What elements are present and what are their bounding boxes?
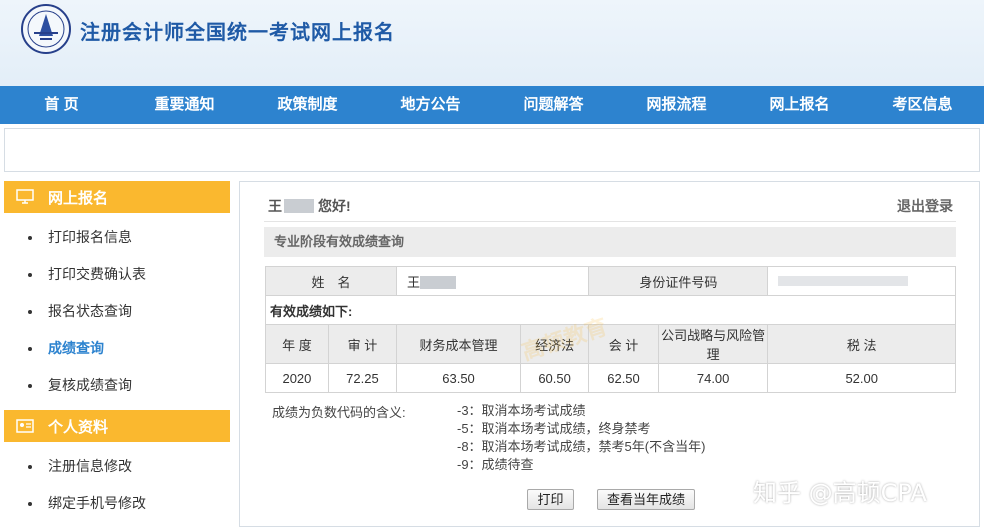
site-title: 注册会计师全国统一考试网上报名	[80, 22, 395, 44]
section-title: 专业阶段有效成绩查询	[264, 227, 956, 257]
nav-faq[interactable]: 问题解答	[492, 86, 615, 124]
cicpa-logo-icon	[21, 4, 71, 54]
divider	[264, 221, 956, 222]
sidebar-item-review-score[interactable]: 复核成绩查询	[4, 367, 230, 404]
cell-audit: 72.25	[327, 363, 398, 393]
cell-tax: 52.00	[767, 363, 956, 393]
id-card-icon	[16, 419, 34, 433]
cell-strategy: 74.00	[657, 363, 769, 393]
nav-home[interactable]: 首 页	[0, 86, 123, 124]
cell-economic-law: 60.50	[520, 363, 590, 393]
negative-code-list: -3：取消本场考试成绩 -5：取消本场考试成绩，终身禁考 -8：取消本场考试成绩…	[457, 402, 705, 474]
monitor-icon	[16, 189, 34, 204]
nav-local-announcements[interactable]: 地方公告	[369, 86, 492, 124]
sidebar-section-title: 个人资料	[48, 418, 109, 436]
cell-accounting: 62.50	[588, 363, 659, 393]
sidebar-section-title: 网上报名	[48, 189, 109, 207]
redacted-id-mask	[778, 275, 909, 286]
code-item: -8：取消本场考试成绩，禁考5年(不含当年)	[457, 439, 706, 454]
negative-code-notes-title: 成绩为负数代码的含义:	[272, 405, 406, 420]
greeting: 王您好!	[268, 198, 351, 214]
site-header: 注册会计师全国统一考试网上报名	[0, 0, 984, 86]
grade-header-row: 年 度 审 计 财务成本管理 经济法 会 计 公司战略与风险管理 税 法	[265, 324, 956, 364]
sidebar-item-print-registration[interactable]: 打印报名信息	[4, 219, 230, 256]
id-label: 身份证件号码	[588, 266, 769, 296]
view-year-scores-button[interactable]: 查看当年成绩	[597, 489, 695, 510]
col-strategy: 公司战略与风险管理	[657, 324, 769, 364]
sidebar-item-edit-registration[interactable]: 注册信息修改	[4, 448, 230, 485]
score-table: 姓 名 王 身份证件号码 有效成绩如下: 年 度 审 计 财务成本管理 经济法 …	[264, 266, 956, 393]
corner-watermark: 知乎 @高顿CPA	[753, 479, 927, 507]
sidebar-item-edit-phone[interactable]: 绑定手机号修改	[4, 485, 230, 522]
nav-online-registration[interactable]: 网上报名	[738, 86, 861, 124]
banner-area	[4, 128, 980, 172]
col-financial-cost: 财务成本管理	[396, 324, 522, 364]
id-value	[767, 266, 956, 296]
print-button[interactable]: 打印	[527, 489, 574, 510]
col-tax: 税 法	[767, 324, 956, 364]
logout-link[interactable]: 退出登录	[897, 196, 953, 216]
code-item: -5：取消本场考试成绩，终身禁考	[457, 421, 651, 436]
nav-exam-area[interactable]: 考区信息	[861, 86, 984, 124]
sidebar-item-score-query[interactable]: 成绩查询	[4, 330, 230, 367]
code-item: -3：取消本场考试成绩	[457, 403, 586, 418]
sidebar-item-print-payment[interactable]: 打印交费确认表	[4, 256, 230, 293]
cell-year: 2020	[265, 363, 329, 393]
grade-row: 2020 72.25 63.50 60.50 62.50 74.00 52.00	[265, 363, 956, 393]
nav-policy[interactable]: 政策制度	[246, 86, 369, 124]
redacted-name-mask	[284, 199, 314, 213]
sidebar-section-profile: 个人资料	[4, 410, 230, 442]
sidebar-item-status[interactable]: 报名状态查询	[4, 293, 230, 330]
redacted-name-mask	[420, 275, 457, 289]
name-label: 姓 名	[264, 266, 398, 296]
nav-process[interactable]: 网报流程	[615, 86, 738, 124]
code-item: -9：成绩待查	[457, 457, 534, 472]
nav-notices[interactable]: 重要通知	[123, 86, 246, 124]
cell-financial-cost: 63.50	[396, 363, 522, 393]
col-year: 年 度	[265, 324, 329, 364]
sidebar: 网上报名 打印报名信息 打印交费确认表 报名状态查询 成绩查询 复核成绩查询 个…	[4, 181, 230, 527]
name-value: 王	[396, 266, 590, 296]
effective-scores-label: 有效成绩如下:	[265, 295, 956, 325]
sidebar-section-registration: 网上报名	[4, 181, 230, 213]
col-audit: 审 计	[327, 324, 398, 364]
main-nav: 首 页 重要通知 政策制度 地方公告 问题解答 网报流程 网上报名 考区信息	[0, 86, 984, 124]
